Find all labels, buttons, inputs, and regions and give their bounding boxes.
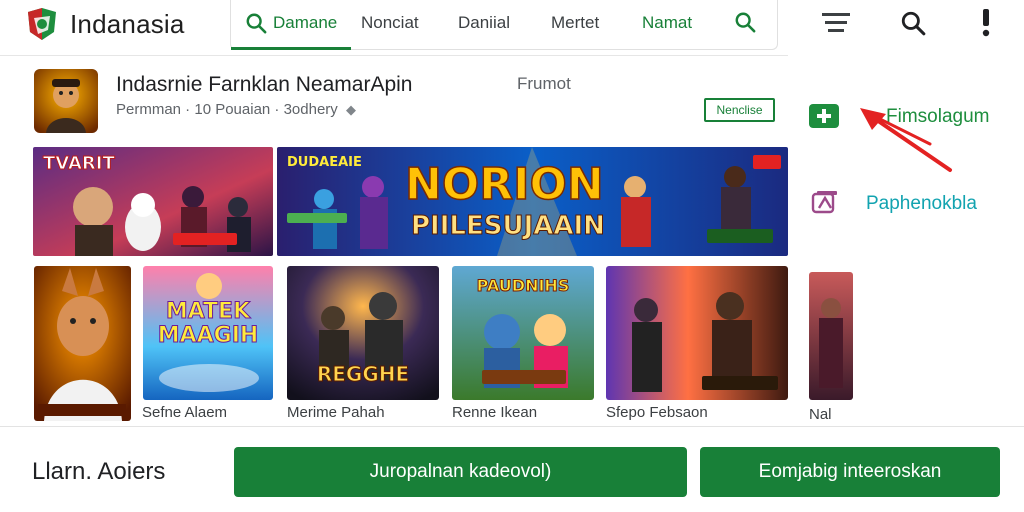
thumbnail-card[interactable] [809,272,853,400]
app-name[interactable]: Indasrnie Farnklan NeamarApin [116,73,412,97]
app-title: Indanasia [70,9,185,39]
thumbnail-title: PAUDNIHS [476,276,570,296]
secondary-action-button[interactable]: Eomjabig inteeroskan [700,447,1000,497]
thumbnail-label[interactable]: Sfepo Febsaon [606,404,708,421]
search-icon[interactable] [245,12,267,34]
primary-action-button[interactable]: Juropalnan kadeovol) [234,447,687,497]
app-meta-text: Permman · 10 Pouaian · 3odhery [116,101,338,118]
thumbnail-title: MATEK MAAGIH [157,299,259,348]
thumbnail-card[interactable]: REGGHE [287,266,439,400]
top-nav: Damane Nonciat Daniial Mertet Namat [230,0,778,50]
status-badge[interactable]: Nenclise [704,98,775,122]
banner-tag: DUDAEAIE [287,155,362,170]
search-icon[interactable] [900,10,926,36]
thumbnail-card[interactable]: PAUDNIHS [452,266,594,400]
banner-title: NORION [404,158,604,211]
tag-icon: ◆ [345,102,356,117]
logo-icon[interactable] [24,6,60,42]
search-icon[interactable] [734,11,756,33]
tab-mertet[interactable]: Mertet [551,13,599,33]
thumbnail-card[interactable]: MATEK MAAGIH [143,266,273,400]
library-icon[interactable] [811,190,839,216]
tab-nonciat[interactable]: Nonciat [361,13,419,33]
right-toolbar [788,0,1024,56]
top-bar: Indanasia Damane Nonciat Daniial Mertet … [0,0,788,56]
menu-icon[interactable] [822,12,850,34]
annotation-arrow-icon [860,108,952,172]
app-category-label: Frumot [517,74,571,93]
footer-divider [0,426,1024,427]
banner-subtitle: PIILESUJAAIN [411,211,606,242]
footer-text: Llarn. Aoiers [32,458,166,485]
tab-damane[interactable]: Damane [273,13,337,33]
banner-card[interactable]: DUDAEAIE NORION PIILESUJAAIN [277,147,788,256]
active-tab-indicator [231,47,351,50]
thumbnail-label[interactable]: Merime Pahah [287,404,385,421]
thumbnail-card[interactable] [606,266,788,400]
tab-namat[interactable]: Namat [642,13,692,33]
app-icon[interactable] [34,69,98,133]
thumbnail-card[interactable] [34,266,131,421]
banner-title: TVARIT [43,153,116,175]
thumbnail-label[interactable]: Renne Ikean [452,404,537,421]
sidebar-item-label[interactable]: Paphenokbla [866,193,977,215]
thumbnail-label[interactable]: Nal [809,406,832,423]
more-vert-icon[interactable] [980,9,992,37]
banner-card[interactable]: TVARIT [33,147,273,256]
play-store-page: Indanasia Damane Nonciat Daniial Mertet … [0,0,1024,512]
thumbnail-label[interactable]: Sefne Alaem [142,404,227,421]
tab-daniial[interactable]: Daniial [458,13,510,33]
app-meta: Permman · 10 Pouaian · 3odhery ◆ [116,101,356,118]
thumbnail-title: REGGHE [316,362,410,387]
add-icon[interactable] [809,104,839,128]
